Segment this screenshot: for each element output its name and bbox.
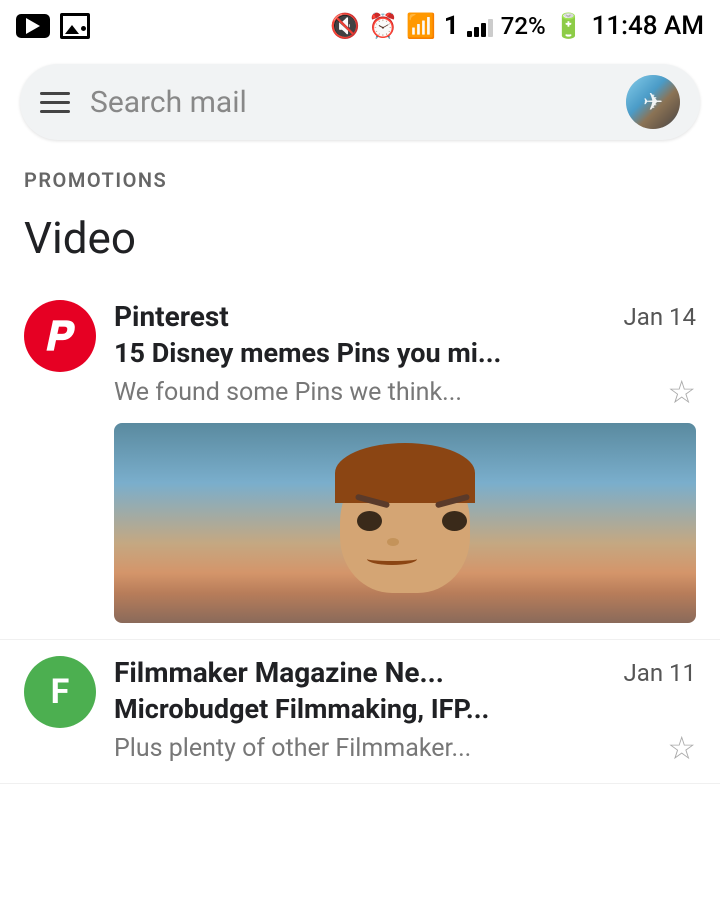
email-header-filmmaker: F Filmmaker Magazine Ne... Jan 11 Microb… (24, 656, 696, 767)
email-preview-row: We found some Pins we think... ☆ (114, 373, 696, 411)
star-icon-filmmaker[interactable]: ☆ (667, 729, 696, 767)
avatar-image (626, 75, 680, 129)
email-embedded-image (114, 423, 696, 623)
filmmaker-initial: F (51, 672, 70, 712)
email-date-filmmaker: Jan 11 (624, 659, 696, 687)
status-time: 11:48 AM (592, 11, 704, 41)
email-header: 𝑷 Pinterest Jan 14 15 Disney memes Pins … (24, 300, 696, 411)
sender-avatar-pinterest: 𝑷 (24, 300, 96, 372)
email-image-content (114, 423, 696, 623)
battery-icon: 🔋 (554, 12, 584, 40)
email-date-pinterest: Jan 14 (624, 303, 696, 331)
number-one-badge: 1 (444, 11, 459, 41)
video-section-label: Video (0, 200, 720, 284)
mute-icon: 🔇 (330, 12, 360, 40)
search-input[interactable]: Search mail (90, 85, 606, 120)
pinterest-logo: 𝑷 (46, 313, 73, 360)
sender-name-pinterest: Pinterest (114, 300, 229, 333)
email-top-row-filmmaker: Filmmaker Magazine Ne... Jan 11 (114, 656, 696, 689)
status-bar-right: 🔇 ⏰ 📶 1 72% 🔋 11:48 AM (330, 11, 704, 41)
email-item-pinterest[interactable]: 𝑷 Pinterest Jan 14 15 Disney memes Pins … (0, 284, 720, 640)
sender-name-filmmaker: Filmmaker Magazine Ne... (114, 656, 444, 689)
avatar[interactable] (626, 75, 680, 129)
image-icon (60, 13, 90, 39)
status-bar: 🔇 ⏰ 📶 1 72% 🔋 11:48 AM (0, 0, 720, 52)
promotions-section-label: PROMOTIONS (0, 152, 720, 200)
email-top-row: Pinterest Jan 14 (114, 300, 696, 333)
email-subject-pinterest: 15 Disney memes Pins you mi... (114, 337, 696, 369)
email-preview-pinterest: We found some Pins we think... (114, 378, 659, 407)
sender-avatar-filmmaker: F (24, 656, 96, 728)
search-bar[interactable]: Search mail (20, 64, 700, 140)
star-icon-pinterest[interactable]: ☆ (667, 373, 696, 411)
email-subject-filmmaker: Microbudget Filmmaking, IFP... (114, 693, 696, 725)
email-item-filmmaker[interactable]: F Filmmaker Magazine Ne... Jan 11 Microb… (0, 640, 720, 784)
email-content-filmmaker: Filmmaker Magazine Ne... Jan 11 Microbud… (114, 656, 696, 767)
hamburger-menu-icon[interactable] (40, 92, 70, 113)
email-preview-filmmaker: Plus plenty of other Filmmaker... (114, 734, 659, 763)
signal-icon (467, 15, 493, 37)
alarm-icon: ⏰ (368, 12, 398, 40)
status-bar-left (16, 13, 90, 39)
battery-percentage: 72% (501, 12, 546, 40)
email-preview-row-filmmaker: Plus plenty of other Filmmaker... ☆ (114, 729, 696, 767)
youtube-icon (16, 14, 50, 38)
email-content-pinterest: Pinterest Jan 14 15 Disney memes Pins yo… (114, 300, 696, 411)
wifi-icon: 📶 (406, 12, 436, 40)
search-bar-container: Search mail (0, 52, 720, 152)
